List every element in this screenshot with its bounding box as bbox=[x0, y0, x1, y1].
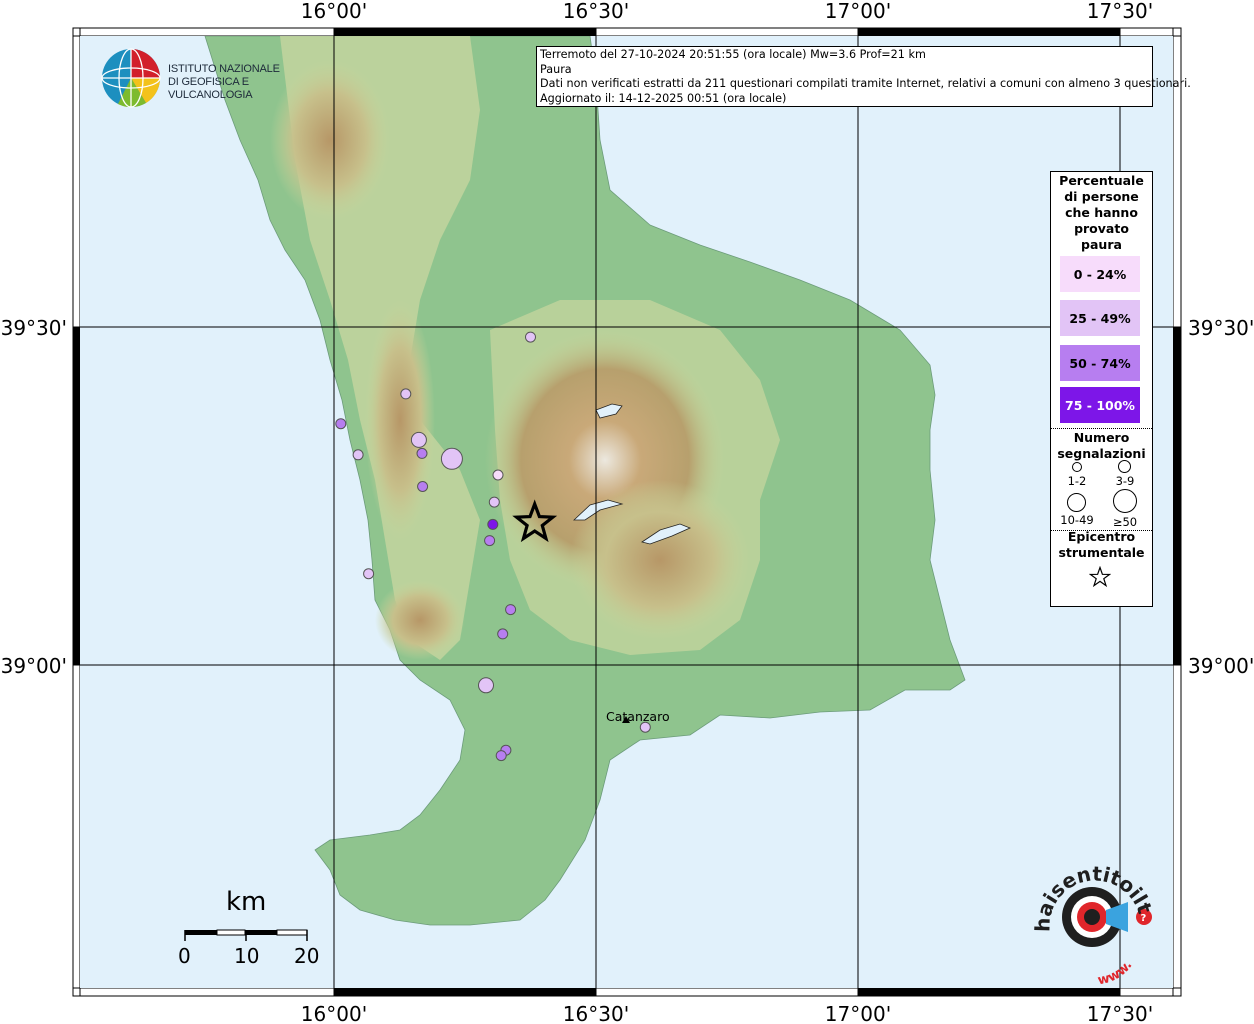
event-info-box: Terremoto del 27-10-2024 20:51:55 (ora l… bbox=[536, 46, 1191, 107]
observation-marker bbox=[400, 388, 412, 400]
star-icon bbox=[1089, 566, 1111, 588]
observation-marker bbox=[416, 447, 428, 459]
svg-text:?: ? bbox=[1141, 913, 1147, 924]
institute-name: ISTITUTO NAZIONALE DI GEOFISICA E VULCAN… bbox=[168, 63, 310, 102]
observation-marker bbox=[492, 469, 504, 481]
lon-label: 16°00' bbox=[301, 0, 367, 23]
lat-label: 39°30' bbox=[1, 316, 67, 340]
observation-marker bbox=[487, 518, 499, 530]
size-circle-medium bbox=[1118, 460, 1131, 473]
lon-label: 16°30' bbox=[563, 0, 629, 23]
longitude-labels-top: 16°00' 16°30' 17°00' 17°30' bbox=[301, 0, 1153, 23]
count-title-line: segnalazioni bbox=[1057, 446, 1146, 461]
observation-marker bbox=[363, 568, 375, 580]
legend-class-0-24: 0 - 24% bbox=[1060, 256, 1140, 292]
observation-marker bbox=[410, 431, 427, 448]
lon-label: 16°00' bbox=[301, 1002, 367, 1024]
legend-class-25-49: 25 - 49% bbox=[1060, 300, 1140, 336]
scale-label-0: 0 bbox=[178, 944, 191, 968]
legend-class-50-74: 50 - 74% bbox=[1060, 345, 1140, 381]
legend-class-75-100: 75 - 100% bbox=[1060, 387, 1140, 423]
map-parameter: Paura bbox=[540, 62, 572, 76]
legend-divider bbox=[1051, 428, 1152, 429]
institute-name-line2: DI GEOFISICA E VULCANOLOGIA bbox=[168, 76, 253, 101]
institute-name-line1: ISTITUTO NAZIONALE bbox=[168, 63, 280, 75]
ingv-logo: ISTITUTO NAZIONALE DI GEOFISICA E VULCAN… bbox=[100, 47, 310, 111]
hst-logo: ? haisentitoilterremoto.it www. bbox=[1012, 841, 1162, 990]
size-circle-small bbox=[1072, 462, 1082, 472]
observation-marker bbox=[525, 331, 536, 343]
scale-unit: km bbox=[226, 887, 267, 917]
epicenter-title: Epicentro strumentale bbox=[1051, 529, 1152, 561]
count-title-line: Numero bbox=[1073, 430, 1130, 445]
size-label: ≥50 bbox=[1112, 515, 1138, 529]
size-label: 1-2 bbox=[1067, 474, 1087, 488]
observation-marker bbox=[335, 418, 347, 430]
epicenter-title-line: Epicentro bbox=[1067, 529, 1136, 544]
lon-label: 17°30' bbox=[1087, 1002, 1153, 1024]
globe-logo-icon bbox=[101, 48, 161, 108]
size-label: 3-9 bbox=[1115, 474, 1135, 488]
lon-label: 17°30' bbox=[1087, 0, 1153, 23]
lon-label: 17°00' bbox=[825, 1002, 891, 1024]
legend-title-line: paura bbox=[1081, 237, 1122, 252]
observation-marker bbox=[495, 750, 507, 762]
legend-title: Percentuale di persone che hanno provato… bbox=[1051, 173, 1152, 253]
legend-title-line: provato bbox=[1074, 221, 1129, 236]
svg-text:www.: www. bbox=[1096, 958, 1135, 988]
scale-label-10: 10 bbox=[234, 944, 260, 968]
observation-marker bbox=[497, 628, 509, 640]
data-note: Dati non verificati estratti da 211 ques… bbox=[540, 77, 1191, 90]
lat-label: 39°00' bbox=[1, 654, 67, 678]
megaphone-logo-icon: ? haisentitoilterremoto.it www. bbox=[1012, 841, 1158, 988]
epicenter-title-line: strumentale bbox=[1058, 545, 1145, 560]
observation-marker bbox=[478, 677, 494, 694]
observation-marker bbox=[417, 481, 429, 492]
event-summary: Terremoto del 27-10-2024 20:51:55 (ora l… bbox=[540, 48, 926, 61]
size-circle-xlarge bbox=[1113, 489, 1137, 513]
lat-label: 39°00' bbox=[1188, 654, 1254, 678]
lat-label: 39°30' bbox=[1188, 316, 1254, 340]
size-label: 10-49 bbox=[1060, 513, 1094, 527]
observation-marker bbox=[440, 447, 463, 470]
observation-marker bbox=[505, 604, 517, 616]
legend-title-line: che hanno bbox=[1065, 205, 1138, 220]
coastal-range bbox=[365, 300, 435, 540]
observation-marker bbox=[484, 535, 496, 547]
observation-marker bbox=[488, 496, 500, 508]
city-label-catanzaro: Catanzaro bbox=[606, 709, 670, 724]
lon-label: 17°00' bbox=[825, 0, 891, 23]
count-title: Numero segnalazioni bbox=[1051, 430, 1152, 462]
update-time: Aggiornato il: 14-12-2025 00:51 (ora loc… bbox=[540, 91, 787, 105]
lon-label: 16°30' bbox=[563, 1002, 629, 1024]
reventino bbox=[375, 580, 465, 660]
longitude-labels-bottom: 16°00' 16°30' 17°00' 17°30' bbox=[301, 1002, 1153, 1024]
site-logo-prefix: www. bbox=[1096, 958, 1135, 988]
legend: Percentuale di persone che hanno provato… bbox=[1050, 171, 1153, 607]
legend-title-line: di persone bbox=[1064, 189, 1139, 204]
size-circle-large bbox=[1067, 493, 1086, 512]
observation-marker bbox=[352, 449, 364, 461]
map-area bbox=[80, 36, 1173, 988]
legend-title-line: Percentuale bbox=[1059, 173, 1144, 188]
scale-label-20: 20 bbox=[294, 944, 320, 968]
